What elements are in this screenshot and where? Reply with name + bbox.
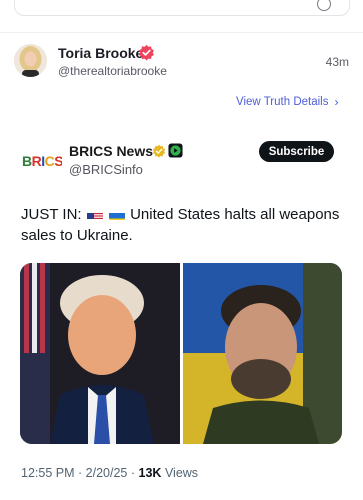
post-meta: 12:55 PM · 2/20/25 · 13K Views <box>21 466 198 480</box>
post-date: 2/20/25 <box>85 466 128 480</box>
affiliate-badge-icon <box>168 143 183 158</box>
us-flag-icon <box>86 209 103 220</box>
search-icon[interactable] <box>317 0 331 11</box>
meta-separator: · <box>130 466 136 480</box>
divider <box>0 32 363 33</box>
views-count: 13K <box>138 466 162 480</box>
ukraine-flag-icon <box>108 209 125 220</box>
post-text: JUST IN: United States halts all weapons… <box>21 204 341 246</box>
media-image-right[interactable] <box>183 263 342 444</box>
embedded-author-handle[interactable]: @BRICSinfo <box>69 162 143 177</box>
search-bar[interactable] <box>14 0 350 16</box>
meta-separator: · <box>78 466 83 480</box>
brics-logo: BRICS <box>22 153 62 169</box>
views-label: Views <box>164 466 199 480</box>
embedded-post-header: BRICS BRICS News @BRICSinfo Subscribe <box>0 140 363 184</box>
post-media[interactable] <box>20 263 342 444</box>
post-text-prefix: JUST IN: <box>21 206 82 223</box>
post-time: 12:55 PM <box>21 466 75 480</box>
subscribe-button[interactable]: Subscribe <box>259 141 334 162</box>
view-truth-details-label: View Truth Details <box>236 96 329 108</box>
embedded-author-name[interactable]: BRICS News <box>69 143 153 159</box>
media-image-left[interactable] <box>20 263 180 444</box>
chevron-right-icon: › <box>334 95 339 109</box>
svg-text:BRICS: BRICS <box>22 153 62 169</box>
view-truth-details-link[interactable]: View Truth Details › <box>236 96 338 108</box>
truth-post-header: Toria Brooke @therealtoriabrooke 43m <box>0 40 363 88</box>
post-timestamp: 43m <box>325 55 349 69</box>
author-handle[interactable]: @therealtoriabrooke <box>58 64 167 78</box>
avatar[interactable] <box>14 44 47 77</box>
author-name[interactable]: Toria Brooke <box>58 45 143 61</box>
gold-verified-icon <box>152 144 166 158</box>
verified-badge-icon <box>139 44 154 61</box>
